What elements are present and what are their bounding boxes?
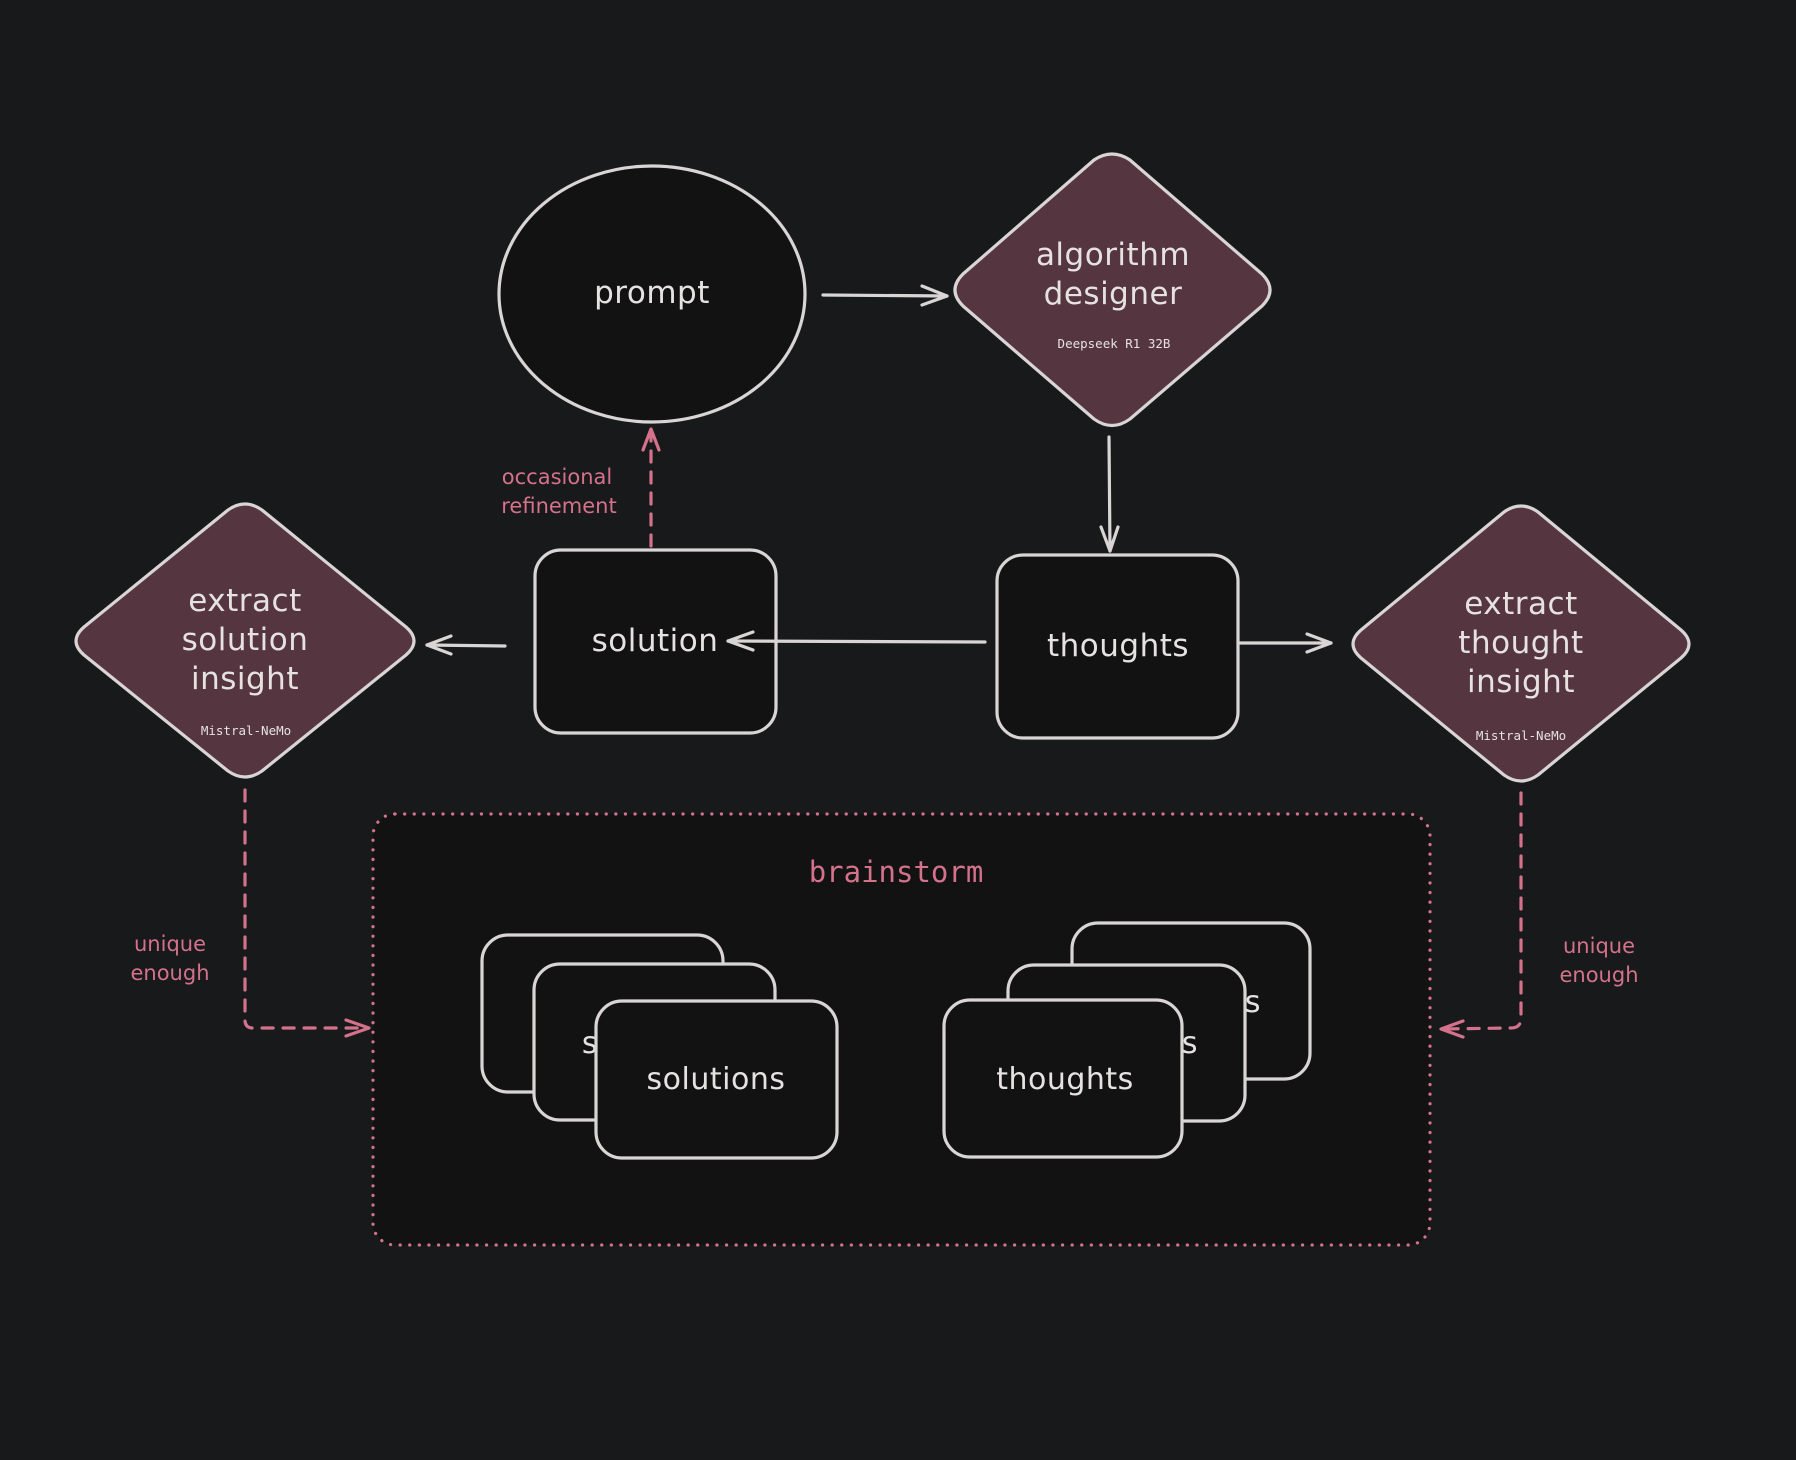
- arrow-line: [1440, 791, 1523, 1031]
- arrow-line: [425, 643, 507, 648]
- algorithm-designer-model: Deepseek R1 32B: [1058, 336, 1171, 351]
- arrow-line: [726, 639, 987, 644]
- solutions-card-label: solutions: [647, 1062, 786, 1097]
- algorithm-designer-label-line-2: designer: [1044, 276, 1183, 312]
- arrow-line: [821, 293, 949, 298]
- extract-solution-insight-label-line-3: insight: [191, 661, 299, 697]
- thoughts-card-label: thoughts: [996, 1062, 1134, 1097]
- extract-thought-insight-label-line-2: thought: [1458, 625, 1583, 661]
- arrow-extract-solution-insight-to-brainstorm[interactable]: unique enough: [130, 788, 371, 1038]
- extract-solution-insight-label-line-2: solution: [182, 622, 309, 658]
- arrow-algorithm-designer-to-thoughts[interactable]: [1099, 435, 1120, 553]
- unique-enough-left-label-line-1: unique: [134, 932, 206, 956]
- arrow-solution-to-extract-solution-insight[interactable]: [425, 634, 507, 656]
- arrow-line: [1107, 435, 1112, 553]
- occasional-refinement-label-line-2: refinement: [501, 494, 616, 518]
- extract-solution-insight-node[interactable]: extract solution insight Mistral-NeMo: [74, 502, 416, 779]
- arrow-solution-to-prompt[interactable]: occasional refinement: [501, 427, 661, 548]
- algorithm-designer-label-line-1: algorithm: [1036, 237, 1190, 273]
- algorithm-designer-node[interactable]: algorithm designer Deepseek R1 32B: [953, 152, 1272, 428]
- extract-thought-insight-model: Mistral-NeMo: [1476, 728, 1566, 743]
- prompt-label: prompt: [594, 275, 710, 311]
- thoughts-label: thoughts: [1047, 628, 1189, 664]
- extract-solution-insight-model: Mistral-NeMo: [201, 723, 291, 738]
- arrow-extract-thought-insight-to-brainstorm[interactable]: unique enough: [1439, 791, 1639, 1039]
- unique-enough-left-label-line-2: enough: [130, 961, 209, 985]
- unique-enough-right-label-line-2: enough: [1559, 963, 1638, 987]
- arrow-thoughts-to-extract-thought-insight[interactable]: [1238, 632, 1333, 654]
- prompt-node[interactable]: prompt: [497, 164, 807, 424]
- solution-label: solution: [592, 623, 719, 659]
- extract-thought-insight-node[interactable]: extract thought insight Mistral-NeMo: [1351, 504, 1691, 783]
- extract-thought-insight-label-line-1: extract: [1464, 586, 1577, 622]
- diagram-canvas: brainstorm s solutions s s thoughts prom…: [74, 152, 1691, 1247]
- brainstorm-title: brainstorm: [809, 855, 984, 889]
- thoughts-card-middle-partial-label: s: [1182, 1026, 1198, 1061]
- arrow-line: [243, 788, 370, 1030]
- occasional-refinement-label-line-1: occasional: [502, 465, 612, 489]
- arrow-prompt-to-algorithm-designer[interactable]: [821, 284, 949, 307]
- extract-thought-insight-label-line-3: insight: [1467, 664, 1575, 700]
- thoughts-card-back-partial-label: s: [1245, 985, 1261, 1020]
- thoughts-node[interactable]: thoughts: [995, 553, 1240, 740]
- extract-solution-insight-label-line-1: extract: [188, 583, 301, 619]
- unique-enough-right-label-line-1: unique: [1563, 934, 1635, 958]
